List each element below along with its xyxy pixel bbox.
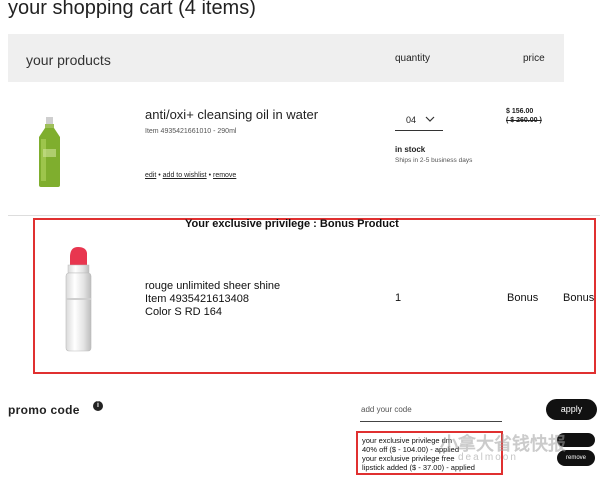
chevron-down-icon [425,116,435,122]
applied-promo-line: your exclusive privilege dm [362,436,453,445]
row-divider [8,215,600,216]
bonus-title: Your exclusive privilege : Bonus Product [185,218,399,230]
stock-status: in stock [395,145,426,154]
separator: • [158,172,161,179]
header-quantity: quantity [395,53,431,64]
bonus-product-color: Color S RD 164 [145,306,223,318]
original-price: ( $ 260.00 ) [506,117,542,124]
header-products: your products [26,52,111,68]
header-price: price [523,53,545,64]
bonus-total-label: Bonus [563,292,595,304]
watermark-subtext: dealmoon [458,452,518,463]
quantity-value: 04 [406,115,417,125]
promo-code-label: promo code [8,403,80,417]
edit-link[interactable]: edit [145,172,156,179]
bonus-quantity: 1 [395,292,402,304]
current-price: $ 156.00 [506,108,534,115]
separator: • [208,172,212,179]
cleansing-oil-image[interactable] [36,117,63,187]
applied-promo-line: lipstick added ($ - 37.00) - applied [362,463,475,472]
shipping-info: Ships in 2-5 business days [395,157,473,164]
add-to-wishlist-link[interactable]: add to wishlist [163,172,207,179]
lipstick-image[interactable] [62,243,95,353]
bonus-product-item: Item 4935421613408 [145,293,249,305]
bonus-price-label: Bonus [507,292,539,304]
bonus-product-name[interactable]: rouge unlimited sheer shine [145,280,280,292]
info-icon[interactable]: i [93,401,103,411]
product-actions: edit • add to wishlist • remove [145,172,236,179]
promo-code-input[interactable] [360,398,502,422]
page-title: your shopping cart (4 items) [8,0,256,19]
remove-link[interactable]: remove [213,172,236,179]
product-item-number: Item 4935421661010 - 290ml [145,128,237,135]
quantity-select[interactable]: 04 [395,110,443,131]
apply-button[interactable]: apply [546,399,597,420]
product-name[interactable]: anti/oxi+ cleansing oil in water [145,107,318,122]
